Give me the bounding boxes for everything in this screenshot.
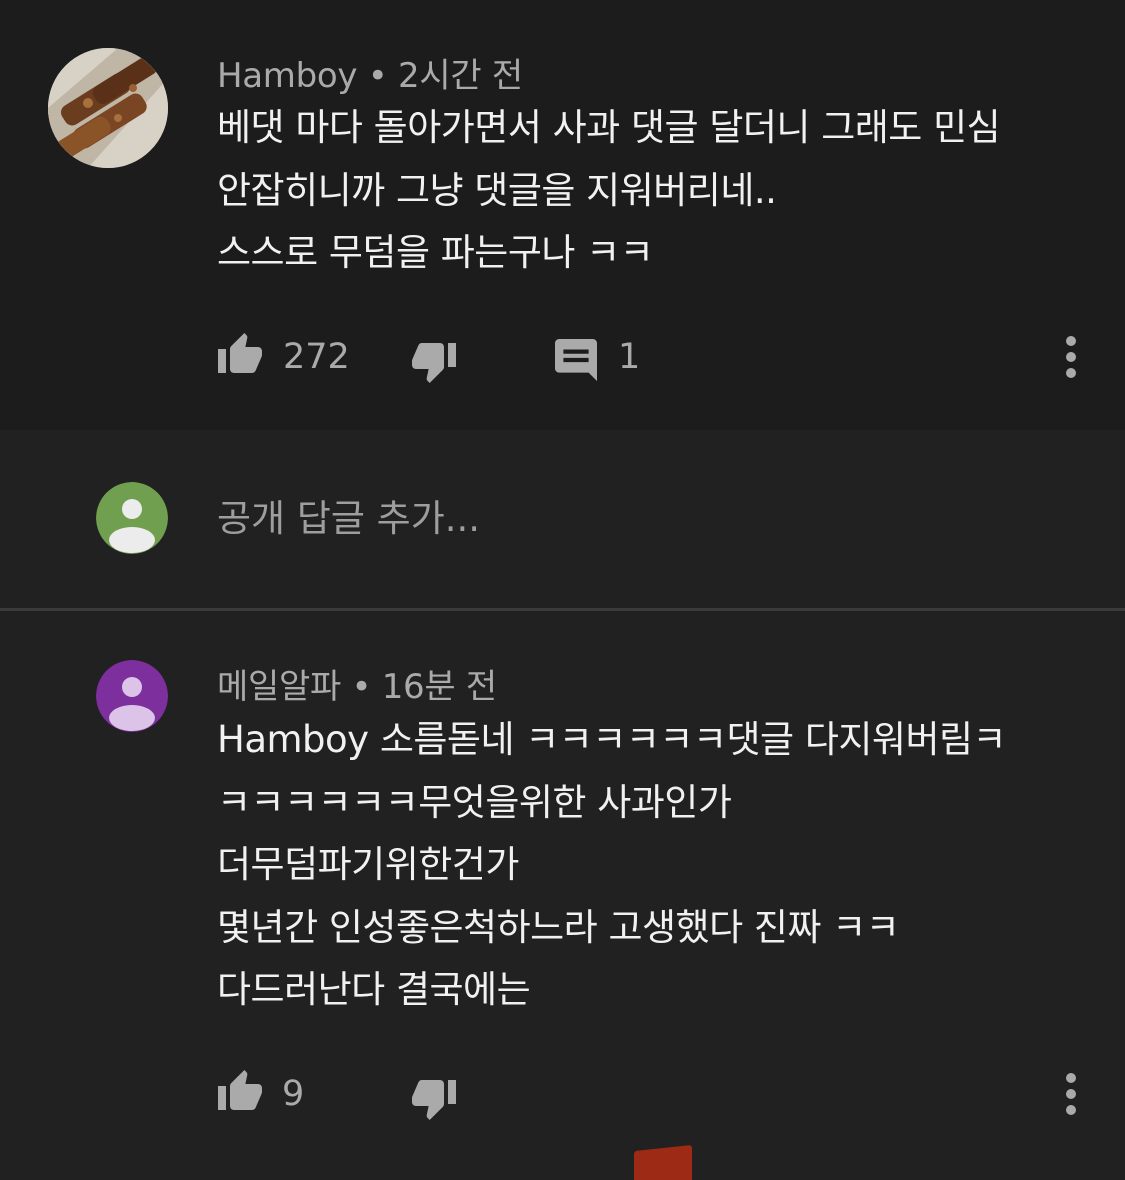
meta-separator: •: [367, 56, 388, 96]
comment-text: Hamboy 소름돋네 ㅋㅋㅋㅋㅋㅋ댓글 다지워버림ㅋ ㅋㅋㅋㅋㅋㅋ무엇을위한 …: [217, 709, 1007, 1022]
meta-separator: •: [351, 667, 372, 707]
comment-actions: 9: [0, 1064, 1125, 1124]
like-count: 272: [283, 337, 350, 377]
thumbs-down-icon[interactable]: [410, 1078, 458, 1126]
author-name[interactable]: Hamboy: [217, 56, 358, 96]
comment-line: 스스로 무덤을 파는구나 ㅋㅋ: [217, 231, 654, 274]
avatar: [96, 482, 168, 554]
comments-page: Hamboy • 2시간 전 베댓 마다 돌아가면서 사과 댓글 달더니 그래도…: [0, 0, 1125, 1180]
comment-hamboy: Hamboy • 2시간 전 베댓 마다 돌아가면서 사과 댓글 달더니 그래도…: [0, 0, 1125, 430]
comment-line: 안잡히니까 그냥 댓글을 지워버리네..: [217, 168, 777, 212]
comment-time[interactable]: 2시간 전: [398, 56, 523, 96]
comment-text: 베댓 마다 돌아가면서 사과 댓글 달더니 그래도 민심 안잡히니까 그냥 댓글…: [217, 97, 1001, 285]
avatar[interactable]: [48, 48, 168, 168]
like-count: 9: [282, 1074, 305, 1114]
comment-line: Hamboy 소름돋네 ㅋㅋㅋㅋㅋㅋ댓글 다지워버림ㅋ: [217, 718, 1007, 761]
reply-count: 1: [618, 337, 641, 377]
comment-mailalpha: 메일알파 • 16분 전 Hamboy 소름돋네 ㅋㅋㅋㅋㅋㅋ댓글 다지워버림ㅋ…: [0, 611, 1125, 1180]
comment-line: 다드러난다 결국에는: [217, 968, 531, 1011]
comment-line: ㅋㅋㅋㅋㅋㅋ무엇을위한 사과인가: [217, 780, 732, 824]
reply-box: 공개 답글 추가...: [0, 430, 1125, 608]
thumbs-up-icon[interactable]: [216, 1068, 264, 1116]
more-vert-icon[interactable]: [1062, 1072, 1080, 1120]
thumbs-up-icon[interactable]: [216, 331, 264, 379]
thumbs-down-icon[interactable]: [410, 341, 458, 389]
reply-input[interactable]: 공개 답글 추가...: [217, 488, 480, 542]
more-vert-icon[interactable]: [1062, 335, 1080, 383]
comment-line: 베댓 마다 돌아가면서 사과 댓글 달더니 그래도 민심: [217, 106, 1001, 149]
comment-time[interactable]: 16분 전: [382, 667, 497, 707]
comment-line: 더무덤파기위한건가: [217, 843, 519, 886]
comment-line: 몇년간 인성좋은척하느라 고생했다 진짜 ㅋㅋ: [217, 905, 900, 949]
comment-meta: Hamboy • 2시간 전: [217, 48, 523, 97]
cropped-thumbnail: [634, 1144, 692, 1180]
comment-icon[interactable]: [555, 339, 597, 385]
avatar[interactable]: [96, 660, 168, 732]
comment-actions: 272 1: [0, 327, 1125, 387]
comment-meta: 메일알파 • 16분 전: [217, 659, 497, 708]
author-name[interactable]: 메일알파: [217, 667, 341, 707]
